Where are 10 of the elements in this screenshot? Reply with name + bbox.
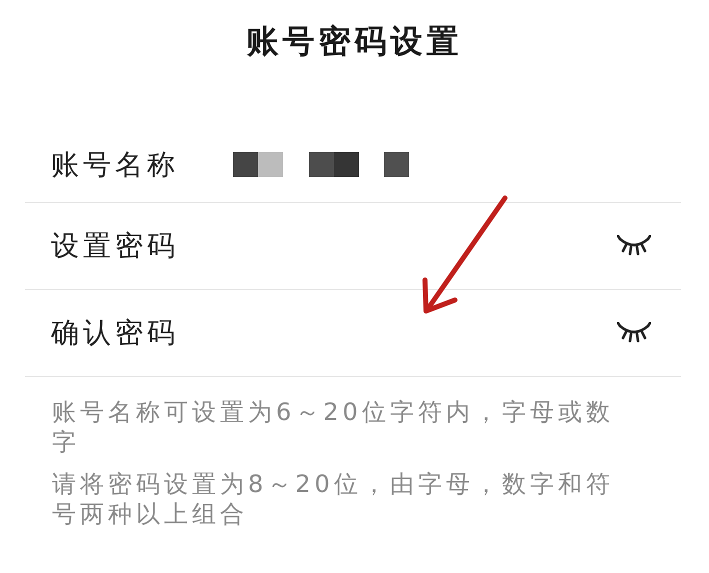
toggle-visibility-button[interactable] (617, 322, 651, 344)
field-label: 账号名称 (51, 147, 180, 183)
hint-text: 账号名称可设置为6～20位字符内，字母或数字 (52, 397, 615, 457)
field-label: 设置密码 (51, 228, 180, 264)
closed-eye-icon (617, 235, 651, 257)
toggle-visibility-button[interactable] (617, 235, 651, 257)
page-title: 账号密码设置 (246, 21, 464, 62)
closed-eye-icon (617, 322, 651, 344)
field-label: 确认密码 (51, 315, 180, 351)
hint-text: 请将密码设置为8～20位，由字母，数字和符号两种以上组合 (52, 469, 615, 529)
